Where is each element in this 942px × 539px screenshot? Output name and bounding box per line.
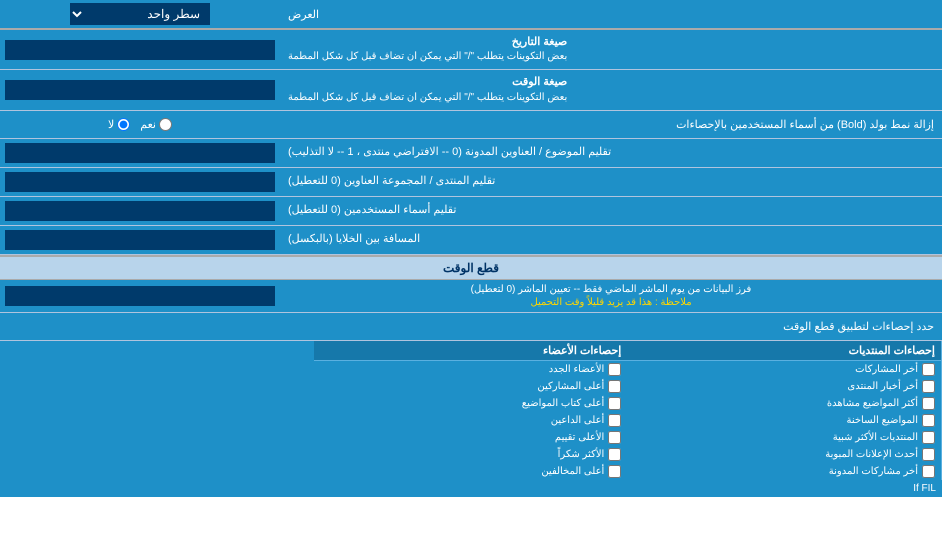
forum-stats-col: إحصاءات المنتديات أخر المشاركات أخر أخبا… (627, 341, 942, 480)
cb-top-violators[interactable] (608, 465, 621, 478)
cb-top-topic-writers[interactable] (608, 397, 621, 410)
cb-item-6: أخر مشاركات المدونة (627, 463, 941, 480)
cb-hot-topics[interactable] (922, 414, 935, 427)
cb-m-item-0: الأعضاء الجدد (314, 361, 628, 378)
forum-stats-header: إحصاءات المنتديات (627, 341, 941, 361)
cb-item-4: المنتديات الأكثر شبية (627, 429, 941, 446)
forum-order-input[interactable]: 33 (5, 172, 275, 192)
topics-order-row: تقليم الموضوع / العناوين المدونة (0 -- ا… (0, 139, 942, 168)
usernames-trim-label: تقليم أسماء المستخدمين (0 للتعطيل) (280, 197, 942, 225)
time-cut-input[interactable]: 0 (5, 286, 275, 306)
topics-order-label: تقليم الموضوع / العناوين المدونة (0 -- ا… (280, 139, 942, 167)
cb-latest-ads[interactable] (922, 448, 935, 461)
time-cut-header: قطع الوقت (0, 255, 942, 280)
checkboxes-section: إحصاءات المنتديات أخر المشاركات أخر أخبا… (0, 341, 942, 480)
cb-m-item-4: الأعلى تقييم (314, 429, 628, 446)
cb-blog-posts[interactable] (922, 465, 935, 478)
cb-item-1: أخر أخبار المنتدى (627, 378, 941, 395)
display-select[interactable]: سطر واحدسطرينثلاثة أسطر (70, 3, 210, 25)
cb-last-posts[interactable] (922, 363, 935, 376)
bold-remove-no[interactable]: لا (108, 118, 130, 131)
cells-distance-row: المسافة بين الخلايا (بالبكسل) 2 (0, 226, 942, 255)
cb-item-5: أحدث الإعلانات المبوبة (627, 446, 941, 463)
time-format-label: صيغة الوقت بعض التكوينات يتطلب "/" التي … (280, 70, 942, 109)
usernames-trim-row: تقليم أسماء المستخدمين (0 للتعطيل) 0 (0, 197, 942, 226)
bottom-text: If FIL (0, 480, 942, 497)
bold-remove-no-radio[interactable] (117, 118, 130, 131)
bold-remove-yes-radio[interactable] (159, 118, 172, 131)
topics-order-input-wrapper: 33 (0, 139, 280, 167)
bold-remove-label: إزالة نمط بولد (Bold) من أسماء المستخدمي… (280, 113, 942, 136)
empty-right-col (0, 341, 314, 480)
cb-m-item-3: أعلى الداعين (314, 412, 628, 429)
time-format-input-wrapper: H:i (0, 70, 280, 109)
date-format-row: صيغة التاريخ بعض التكوينات يتطلب "/" الت… (0, 30, 942, 70)
forum-order-label: تقليم المنتدى / المجموعة العناوين (0 للت… (280, 168, 942, 196)
date-format-input-wrapper: d-m (0, 30, 280, 69)
cb-top-posters[interactable] (608, 380, 621, 393)
time-cut-input-wrapper: 0 (0, 280, 280, 312)
bold-remove-row: إزالة نمط بولد (Bold) من أسماء المستخدمي… (0, 111, 942, 139)
cb-item-3: المواضيع الساخنة (627, 412, 941, 429)
forum-order-input-wrapper: 33 (0, 168, 280, 196)
main-container: العرض سطر واحدسطرينثلاثة أسطر صيغة التار… (0, 0, 942, 497)
cells-distance-input-wrapper: 2 (0, 226, 280, 254)
cb-most-viewed[interactable] (922, 397, 935, 410)
cb-m-item-1: أعلى المشاركين (314, 378, 628, 395)
cb-item-0: أخر المشاركات (627, 361, 941, 378)
header-row: العرض سطر واحدسطرينثلاثة أسطر (0, 0, 942, 30)
usernames-trim-input[interactable]: 0 (5, 201, 275, 221)
time-format-input[interactable]: H:i (5, 80, 275, 100)
forum-order-row: تقليم المنتدى / المجموعة العناوين (0 للت… (0, 168, 942, 197)
member-stats-header: إحصاءات الأعضاء (314, 341, 628, 361)
cells-distance-label: المسافة بين الخلايا (بالبكسل) (280, 226, 942, 254)
cells-distance-input[interactable]: 2 (5, 230, 275, 250)
statistics-limit-label: حدد إحصاءات لتطبيق قطع الوقت (0, 316, 942, 337)
time-format-row: صيغة الوقت بعض التكوينات يتطلب "/" التي … (0, 70, 942, 110)
usernames-trim-input-wrapper: 0 (0, 197, 280, 225)
member-stats-col: إحصاءات الأعضاء الأعضاء الجدد أعلى المشا… (314, 341, 628, 480)
topics-order-input[interactable]: 33 (5, 143, 275, 163)
cb-last-news[interactable] (922, 380, 935, 393)
cb-m-item-5: الأكثر شكراً (314, 446, 628, 463)
cb-item-2: أكثر المواضيع مشاهدة (627, 395, 941, 412)
date-format-label: صيغة التاريخ بعض التكوينات يتطلب "/" الت… (280, 30, 942, 69)
cb-top-inviters[interactable] (608, 414, 621, 427)
time-cut-row: فرز البيانات من يوم الماشر الماضي فقط --… (0, 280, 942, 313)
cb-similar-forums[interactable] (922, 431, 935, 444)
statistics-limit-row: حدد إحصاءات لتطبيق قطع الوقت (0, 313, 942, 341)
cb-most-thanks[interactable] (608, 448, 621, 461)
date-format-input[interactable]: d-m (5, 40, 275, 60)
cb-new-members[interactable] (608, 363, 621, 376)
cb-m-item-2: أعلى كتاب المواضيع (314, 395, 628, 412)
header-label: العرض (280, 0, 942, 28)
bold-remove-yes[interactable]: نعم (140, 118, 172, 131)
bold-remove-options: نعم لا (0, 118, 280, 131)
header-select-wrapper: سطر واحدسطرينثلاثة أسطر (0, 0, 280, 28)
cb-m-item-6: أعلى المخالفين (314, 463, 628, 480)
cb-top-rated[interactable] (608, 431, 621, 444)
time-cut-label: فرز البيانات من يوم الماشر الماضي فقط --… (280, 280, 942, 312)
